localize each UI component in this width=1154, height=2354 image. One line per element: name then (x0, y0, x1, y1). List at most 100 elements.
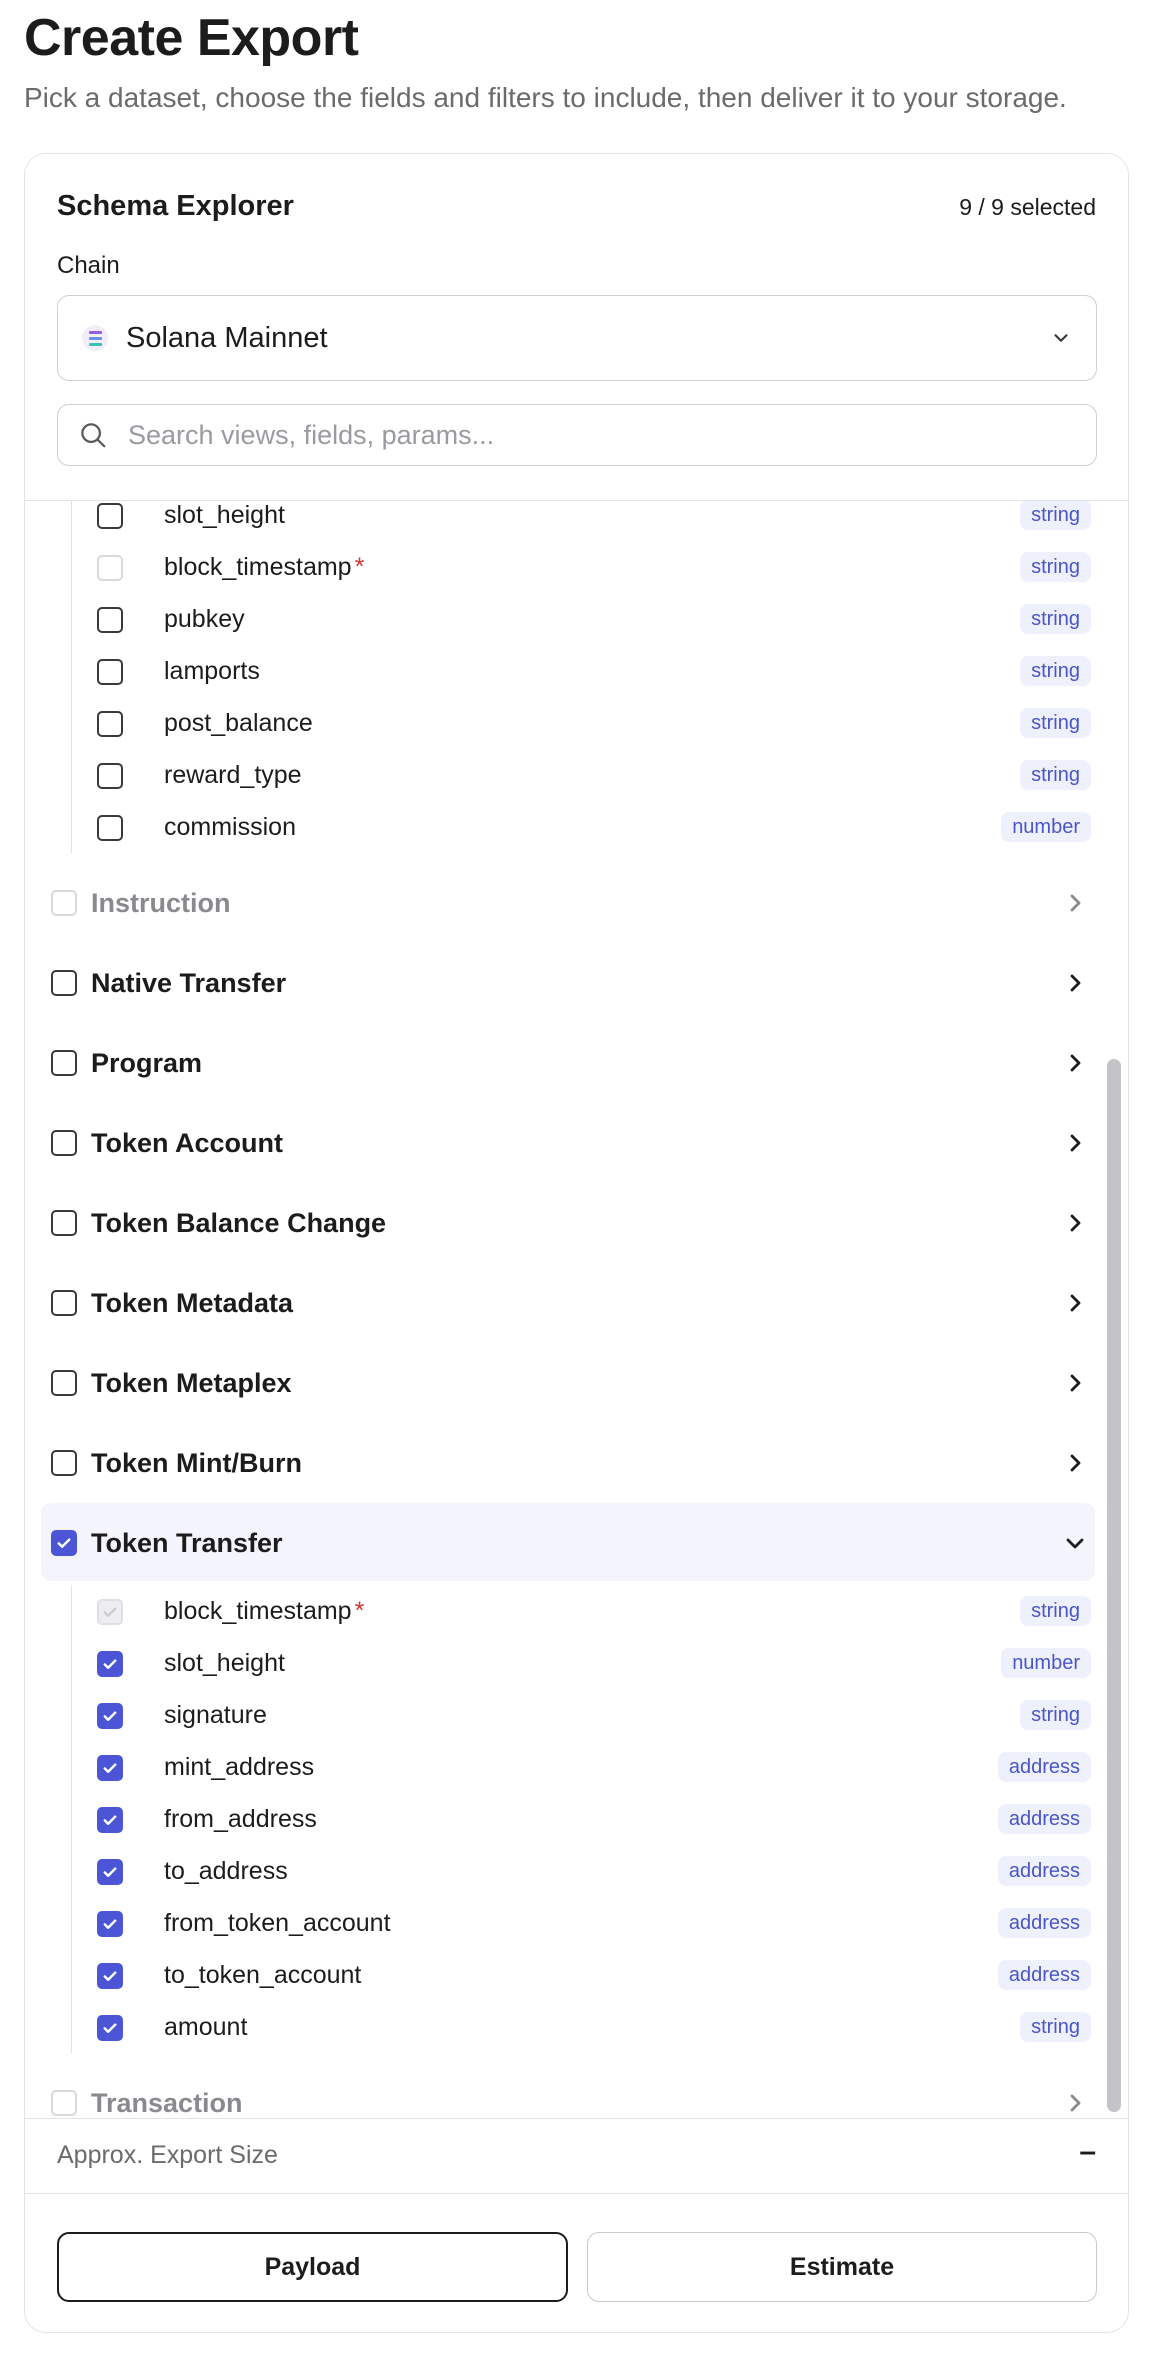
field-row[interactable]: to_token_account address (72, 1949, 1105, 2001)
view-name: Token Metadata (91, 1288, 294, 1318)
field-name-text: reward_type (164, 761, 302, 789)
checkbox[interactable] (51, 970, 77, 996)
chevron-down-icon[interactable] (1063, 1531, 1087, 1555)
chevron-right-icon[interactable] (1063, 971, 1087, 995)
chevron-right-icon[interactable] (1063, 2091, 1087, 2115)
field-row[interactable]: reward_type string (72, 749, 1105, 801)
field-name: slot_height (164, 501, 285, 530)
search-icon (81, 423, 106, 448)
chevron-down-icon (1054, 334, 1068, 342)
view-row[interactable]: Token Account (25, 1103, 1105, 1183)
field-type-badge: string (1020, 656, 1091, 686)
field-name: from_address (164, 1805, 317, 1834)
search-field[interactable] (57, 404, 1097, 466)
field-name-text: post_balance (164, 709, 313, 737)
checkbox[interactable] (97, 1703, 123, 1729)
chain-select[interactable]: Solana Mainnet (57, 295, 1097, 381)
required-marker: * (354, 1597, 365, 1625)
chevron-right-icon[interactable] (1063, 1051, 1087, 1075)
checkbox[interactable] (51, 1450, 77, 1476)
field-type-badge: string (1020, 2012, 1091, 2042)
explorer-header: Schema Explorer 9 / 9 selected Chain Sol… (25, 154, 1128, 501)
view-name: Program (91, 1048, 203, 1078)
checkbox[interactable] (51, 1370, 77, 1396)
field-type-badge: string (1020, 1700, 1091, 1730)
checkbox[interactable] (51, 1290, 77, 1316)
field-type-badge: address (997, 1804, 1091, 1834)
view-row[interactable]: Token Balance Change (25, 1183, 1105, 1263)
field-row[interactable]: mint_address address (72, 1741, 1105, 1793)
search-input[interactable] (128, 419, 1076, 451)
field-type-badge: string (1020, 501, 1091, 530)
scrollbar-track[interactable] (1104, 501, 1124, 2118)
field-row[interactable]: block_timestamp * string (72, 541, 1105, 593)
checkbox (97, 1599, 123, 1625)
field-row[interactable]: slot_height number (72, 1637, 1105, 1689)
view-row[interactable]: Token Mint/Burn (25, 1423, 1105, 1503)
field-row[interactable]: commission number (72, 801, 1105, 853)
field-row[interactable]: from_address address (72, 1793, 1105, 1845)
selected-count: 9 / 9 selected (959, 194, 1096, 220)
scrollbar-thumb[interactable] (1107, 1059, 1121, 2112)
view-row[interactable]: Instruction (25, 863, 1105, 943)
checkbox[interactable] (51, 1130, 77, 1156)
checkbox[interactable] (51, 1050, 77, 1076)
checkbox[interactable] (97, 2015, 123, 2041)
view-name: Token Account (91, 1128, 284, 1158)
chevron-right-icon[interactable] (1063, 1131, 1087, 1155)
field-row[interactable]: from_token_account address (72, 1897, 1105, 1949)
view-row[interactable]: Token Metaplex (25, 1343, 1105, 1423)
checkbox[interactable] (97, 1963, 123, 1989)
estimate-button[interactable]: Estimate (587, 2232, 1097, 2302)
payload-button[interactable]: Payload (57, 2232, 568, 2302)
view-row[interactable]: Native Transfer (25, 943, 1105, 1023)
field-row[interactable]: pubkey string (72, 593, 1105, 645)
chevron-right-icon[interactable] (1063, 1451, 1087, 1475)
page-subtitle: Pick a dataset, choose the fields and fi… (24, 82, 1067, 113)
field-list: block_timestamp * string slot_height number s… (71, 1585, 1105, 2053)
checkbox[interactable] (97, 607, 123, 633)
export-size-value: – (1079, 2135, 1096, 2168)
view-row[interactable]: Token Transfer (41, 1503, 1095, 1581)
field-row[interactable]: amount string (72, 2001, 1105, 2053)
field-row[interactable]: slot_height string (72, 501, 1105, 541)
view-row[interactable]: Program (25, 1023, 1105, 1103)
field-name: post_balance (164, 709, 313, 738)
field-row[interactable]: post_balance string (72, 697, 1105, 749)
schema-tree-content: slot_height string block_timestamp * string p… (25, 501, 1105, 2118)
checkbox[interactable] (51, 1530, 77, 1556)
field-row[interactable]: signature string (72, 1689, 1105, 1741)
field-row[interactable]: lamports string (72, 645, 1105, 697)
chevron-right-icon[interactable] (1063, 891, 1087, 915)
export-size-bar: Approx. Export Size – (25, 2118, 1128, 2194)
checkbox[interactable] (97, 1807, 123, 1833)
field-name-text: slot_height (164, 1649, 285, 1677)
field-name-text: block_timestamp (164, 553, 352, 581)
chevron-right-icon[interactable] (1063, 1211, 1087, 1235)
field-type-badge: string (1020, 552, 1091, 582)
checkbox[interactable] (97, 1755, 123, 1781)
checkbox[interactable] (97, 503, 123, 529)
schema-tree[interactable]: slot_height string block_timestamp * string p… (25, 501, 1105, 2118)
checkbox[interactable] (97, 659, 123, 685)
field-name: commission (164, 813, 296, 842)
field-name-text: signature (164, 1701, 267, 1729)
checkbox[interactable] (97, 1859, 123, 1885)
checkbox[interactable] (51, 1210, 77, 1236)
field-type-badge: address (997, 1960, 1091, 1990)
checkbox[interactable] (97, 815, 123, 841)
checkbox[interactable] (97, 763, 123, 789)
view-name: Token Mint/Burn (91, 1448, 302, 1478)
chevron-right-icon[interactable] (1063, 1291, 1087, 1315)
chevron-right-icon[interactable] (1063, 1371, 1087, 1395)
checkbox[interactable] (97, 1651, 123, 1677)
field-row[interactable]: to_address address (72, 1845, 1105, 1897)
field-row[interactable]: block_timestamp * string (72, 1585, 1105, 1637)
checkbox[interactable] (97, 711, 123, 737)
field-list: slot_height string block_timestamp * string p… (71, 501, 1105, 853)
view-row[interactable]: Transaction (25, 2063, 1105, 2118)
view-row[interactable]: Token Metadata (25, 1263, 1105, 1343)
view-name: Instruction (91, 888, 231, 918)
checkbox[interactable] (97, 1911, 123, 1937)
view-name: Token Transfer (91, 1528, 283, 1558)
